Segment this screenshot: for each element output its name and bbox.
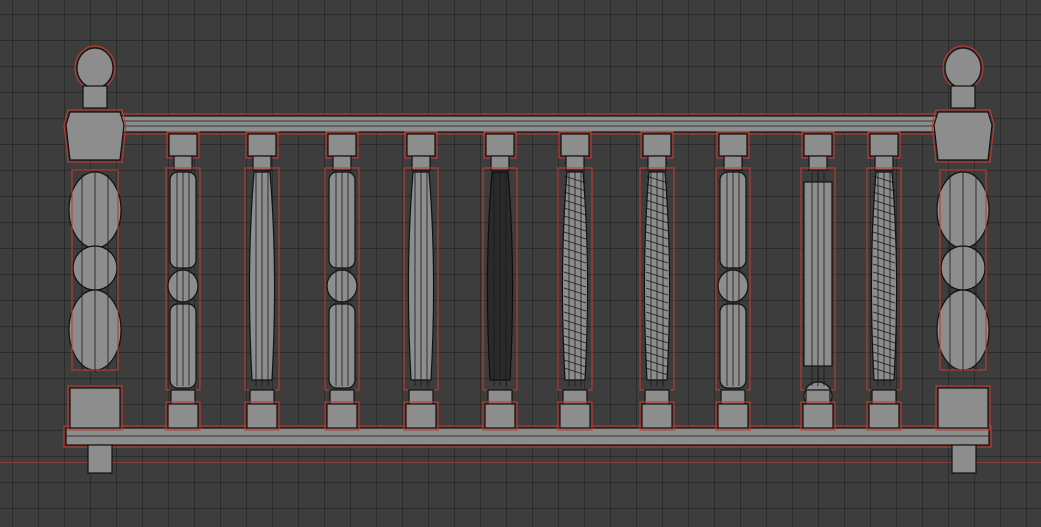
- base-rail[interactable]: [63, 425, 992, 474]
- balustrade-model[interactable]: [0, 0, 1041, 527]
- top-handrail[interactable]: [109, 113, 947, 135]
- baluster-group: [165, 131, 902, 431]
- baluster-9[interactable]: [800, 131, 836, 431]
- baluster-1[interactable]: [165, 131, 201, 431]
- baluster-2[interactable]: [244, 131, 280, 431]
- baluster-4[interactable]: [403, 131, 439, 431]
- baluster-3[interactable]: [324, 131, 360, 431]
- baluster-7[interactable]: [639, 131, 675, 431]
- baluster-10[interactable]: [866, 131, 902, 431]
- newel-post-left[interactable]: [63, 45, 127, 431]
- 3d-viewport[interactable]: [0, 0, 1041, 527]
- baluster-5[interactable]: [482, 131, 518, 431]
- baluster-6[interactable]: [557, 131, 593, 431]
- newel-post-right[interactable]: [931, 45, 995, 431]
- baluster-8[interactable]: [715, 131, 751, 431]
